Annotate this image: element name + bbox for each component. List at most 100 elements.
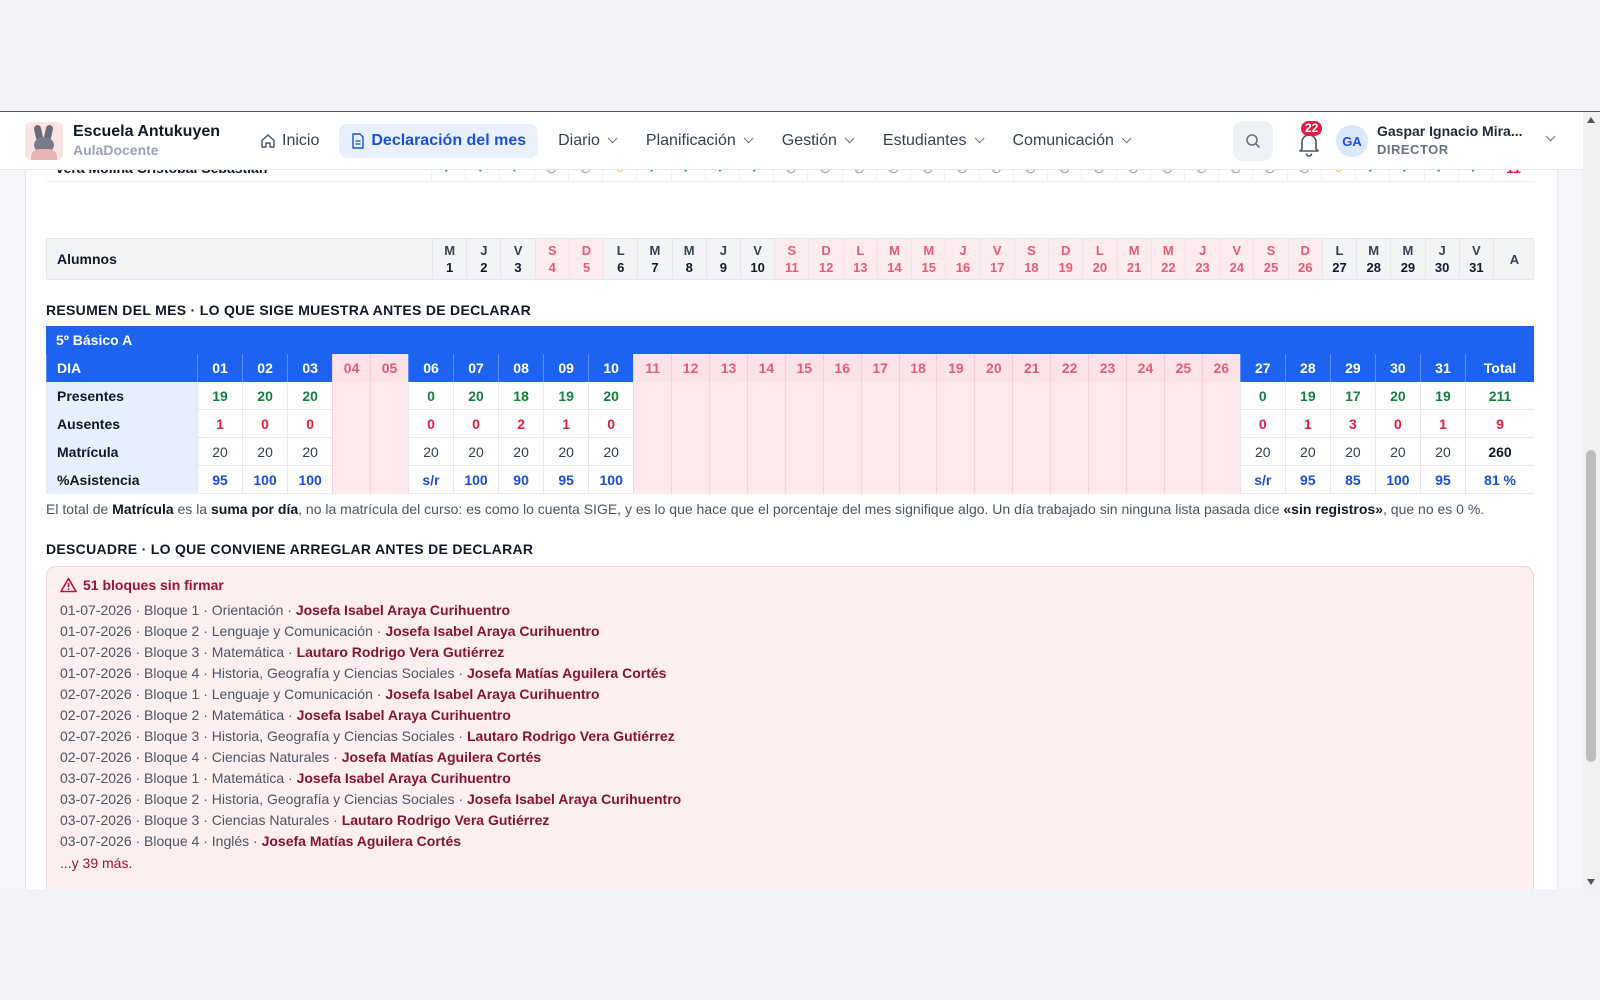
nav-item-estudiantes[interactable]: Estudiantes [871, 124, 993, 158]
summary-cell [1050, 382, 1089, 410]
day-letter: J [480, 243, 488, 258]
summary-cell [633, 466, 672, 494]
day-header: D5 [568, 239, 604, 279]
day-number: 10 [750, 260, 765, 275]
unsigned-block-item[interactable]: 03-07-2026 · Bloque 2 · Historia, Geogra… [60, 789, 681, 810]
day-header: L6 [603, 239, 637, 279]
summary-day-header: 21 [1012, 354, 1051, 382]
summary-day-header: 18 [898, 354, 937, 382]
summary-cell [822, 382, 861, 410]
scroll-down-arrow-icon[interactable] [1587, 879, 1595, 885]
summary-day-header: 09 [543, 354, 589, 382]
search-icon [1246, 134, 1261, 149]
summary-cell [1163, 438, 1202, 466]
nav-label: Gestión [781, 131, 837, 149]
summary-cell: 1 [197, 410, 242, 438]
summary-cell: 20 [407, 438, 453, 466]
summary-cell: 20 [588, 438, 633, 466]
summary-cell: 19 [543, 382, 588, 410]
unsigned-block-item[interactable]: 01-07-2026 · Bloque 2 · Lenguaje y Comun… [60, 621, 681, 642]
chevron-down-icon [1121, 133, 1132, 144]
summary-cell [370, 466, 408, 494]
nav-item-diario[interactable]: Diario [546, 124, 626, 158]
summary-cell [898, 382, 937, 410]
chevron-down-icon [743, 133, 754, 144]
nav-label: Diario [558, 131, 600, 149]
summary-course-header: 5º Básico A [46, 326, 1534, 354]
day-number: 19 [1058, 260, 1073, 275]
unsigned-block-item[interactable]: 01-07-2026 · Bloque 3 · Matemática · Lau… [60, 642, 681, 663]
search-button[interactable] [1233, 121, 1273, 161]
day-header: J 16 [945, 239, 980, 279]
unsigned-block-item[interactable]: 02-07-2026 · Bloque 1 · Lenguaje y Comun… [60, 684, 681, 705]
nav-item-gesti-n[interactable]: Gestión [770, 124, 863, 158]
alert-title-text: 51 bloques sin firmar [83, 577, 224, 593]
unsigned-block-item[interactable]: 02-07-2026 · Bloque 3 · Historia, Geogra… [60, 726, 681, 747]
summary-cell [822, 410, 861, 438]
summary-day-header: 30 [1374, 354, 1420, 382]
summary-day-row: DIA 01 02 03 04 05 06 07 08 09 10 11 12 13 14 15 16 17 18 1… [46, 354, 1534, 382]
day-header: M 21 [1116, 239, 1151, 279]
scroll-up-arrow-icon[interactable] [1587, 117, 1595, 123]
user-menu[interactable]: Gaspar Ignacio Mira... DIRECTOR [1377, 123, 1523, 158]
day-header: S 11 [774, 239, 809, 279]
day-letter: L [1095, 243, 1104, 258]
summary-day-header: 24 [1126, 354, 1164, 382]
summary-cell: 20 [197, 438, 242, 466]
day-letter: V [513, 243, 523, 258]
avatar[interactable]: GA [1336, 125, 1368, 157]
block-detail: 02-07-2026 · Bloque 3 · Historia, Geogra… [60, 728, 467, 744]
summary-row-label: %Asistencia [46, 466, 197, 494]
summary-cell [709, 438, 747, 466]
summary-cell [746, 438, 785, 466]
unsigned-block-item[interactable]: 03-07-2026 · Bloque 3 · Ciencias Natural… [60, 810, 681, 831]
summary-cell: 20 [453, 382, 498, 410]
block-detail: 02-07-2026 · Bloque 4 · Ciencias Natural… [60, 749, 342, 765]
summary-cell: 0 [1374, 410, 1420, 438]
user-menu-chevron-icon[interactable] [1538, 131, 1556, 142]
summary-cell [370, 382, 408, 410]
nav-item-planificaci-n[interactable]: Planificación [634, 124, 762, 158]
total-header: A [1493, 239, 1535, 279]
unsigned-block-item[interactable]: 02-07-2026 · Bloque 4 · Ciencias Natural… [60, 747, 681, 768]
warning-icon [60, 577, 77, 593]
nav-item-comunicaci-n[interactable]: Comunicación [1001, 124, 1140, 158]
school-logo[interactable] [25, 121, 63, 160]
summary-day-header: 02 [242, 354, 288, 382]
nav-item-inicio[interactable]: Inicio [248, 124, 331, 158]
summary-row-ausentes: Ausentes 1 0 0 0 0 2 1 0 0 1 3 0 1 9 [46, 410, 1534, 438]
block-teacher: Lautaro Rodrigo Vera Gutiérrez [466, 728, 675, 744]
unsigned-block-item[interactable]: 03-07-2026 · Bloque 1 · Matemática · Jos… [60, 768, 681, 789]
day-header: L 27 [1321, 239, 1356, 279]
day-number: 11 [784, 260, 799, 275]
summary-cell: 0 [1239, 382, 1285, 410]
day-header: J 30 [1424, 239, 1459, 279]
browser-viewport: Vargas Sepúlveda Emiliano Rodrigo✓✓✓⊘⊘○✓… [0, 111, 1600, 889]
summary-day-header: 22 [1050, 354, 1089, 382]
summary-cell: 20 [242, 438, 287, 466]
page-scrollbar[interactable] [1583, 112, 1600, 889]
brand[interactable]: Escuela Antukuyen AulaDocente [73, 123, 220, 159]
unsigned-block-item[interactable]: 03-07-2026 · Bloque 4 · Inglés · Josefa … [60, 831, 681, 852]
day-number: 8 [685, 260, 693, 275]
day-header: M 15 [911, 239, 946, 279]
day-letter: M [1402, 243, 1414, 258]
day-number: 16 [955, 260, 971, 275]
more-blocks-link[interactable]: ...y 39 más. [60, 855, 681, 871]
discrepancy-section-title: DESCUADRE · LO QUE CONVIENE ARREGLAR ANT… [46, 541, 534, 557]
summary-cell [671, 466, 710, 494]
unsigned-block-item[interactable]: 01-07-2026 · Bloque 1 · Orientación · Jo… [60, 600, 681, 621]
unsigned-block-item[interactable]: 01-07-2026 · Bloque 4 · Historia, Geogra… [60, 663, 681, 684]
nav-item-declaraci-n-del-mes[interactable]: Declaración del mes [339, 123, 539, 158]
day-header: V 24 [1219, 239, 1254, 279]
notifications-button[interactable]: 22 [1297, 121, 1323, 157]
summary-day-header: 26 [1201, 354, 1240, 382]
day-letter: D [1060, 243, 1071, 258]
summary-cell [1012, 410, 1051, 438]
summary-cell [671, 410, 710, 438]
day-number: 15 [921, 260, 936, 275]
block-teacher: Josefa Isabel Araya Curihuentro [466, 791, 682, 807]
scrollbar-thumb[interactable] [1586, 450, 1596, 762]
day-header: L 13 [842, 239, 877, 279]
unsigned-block-item[interactable]: 02-07-2026 · Bloque 2 · Matemática · Jos… [60, 705, 681, 726]
